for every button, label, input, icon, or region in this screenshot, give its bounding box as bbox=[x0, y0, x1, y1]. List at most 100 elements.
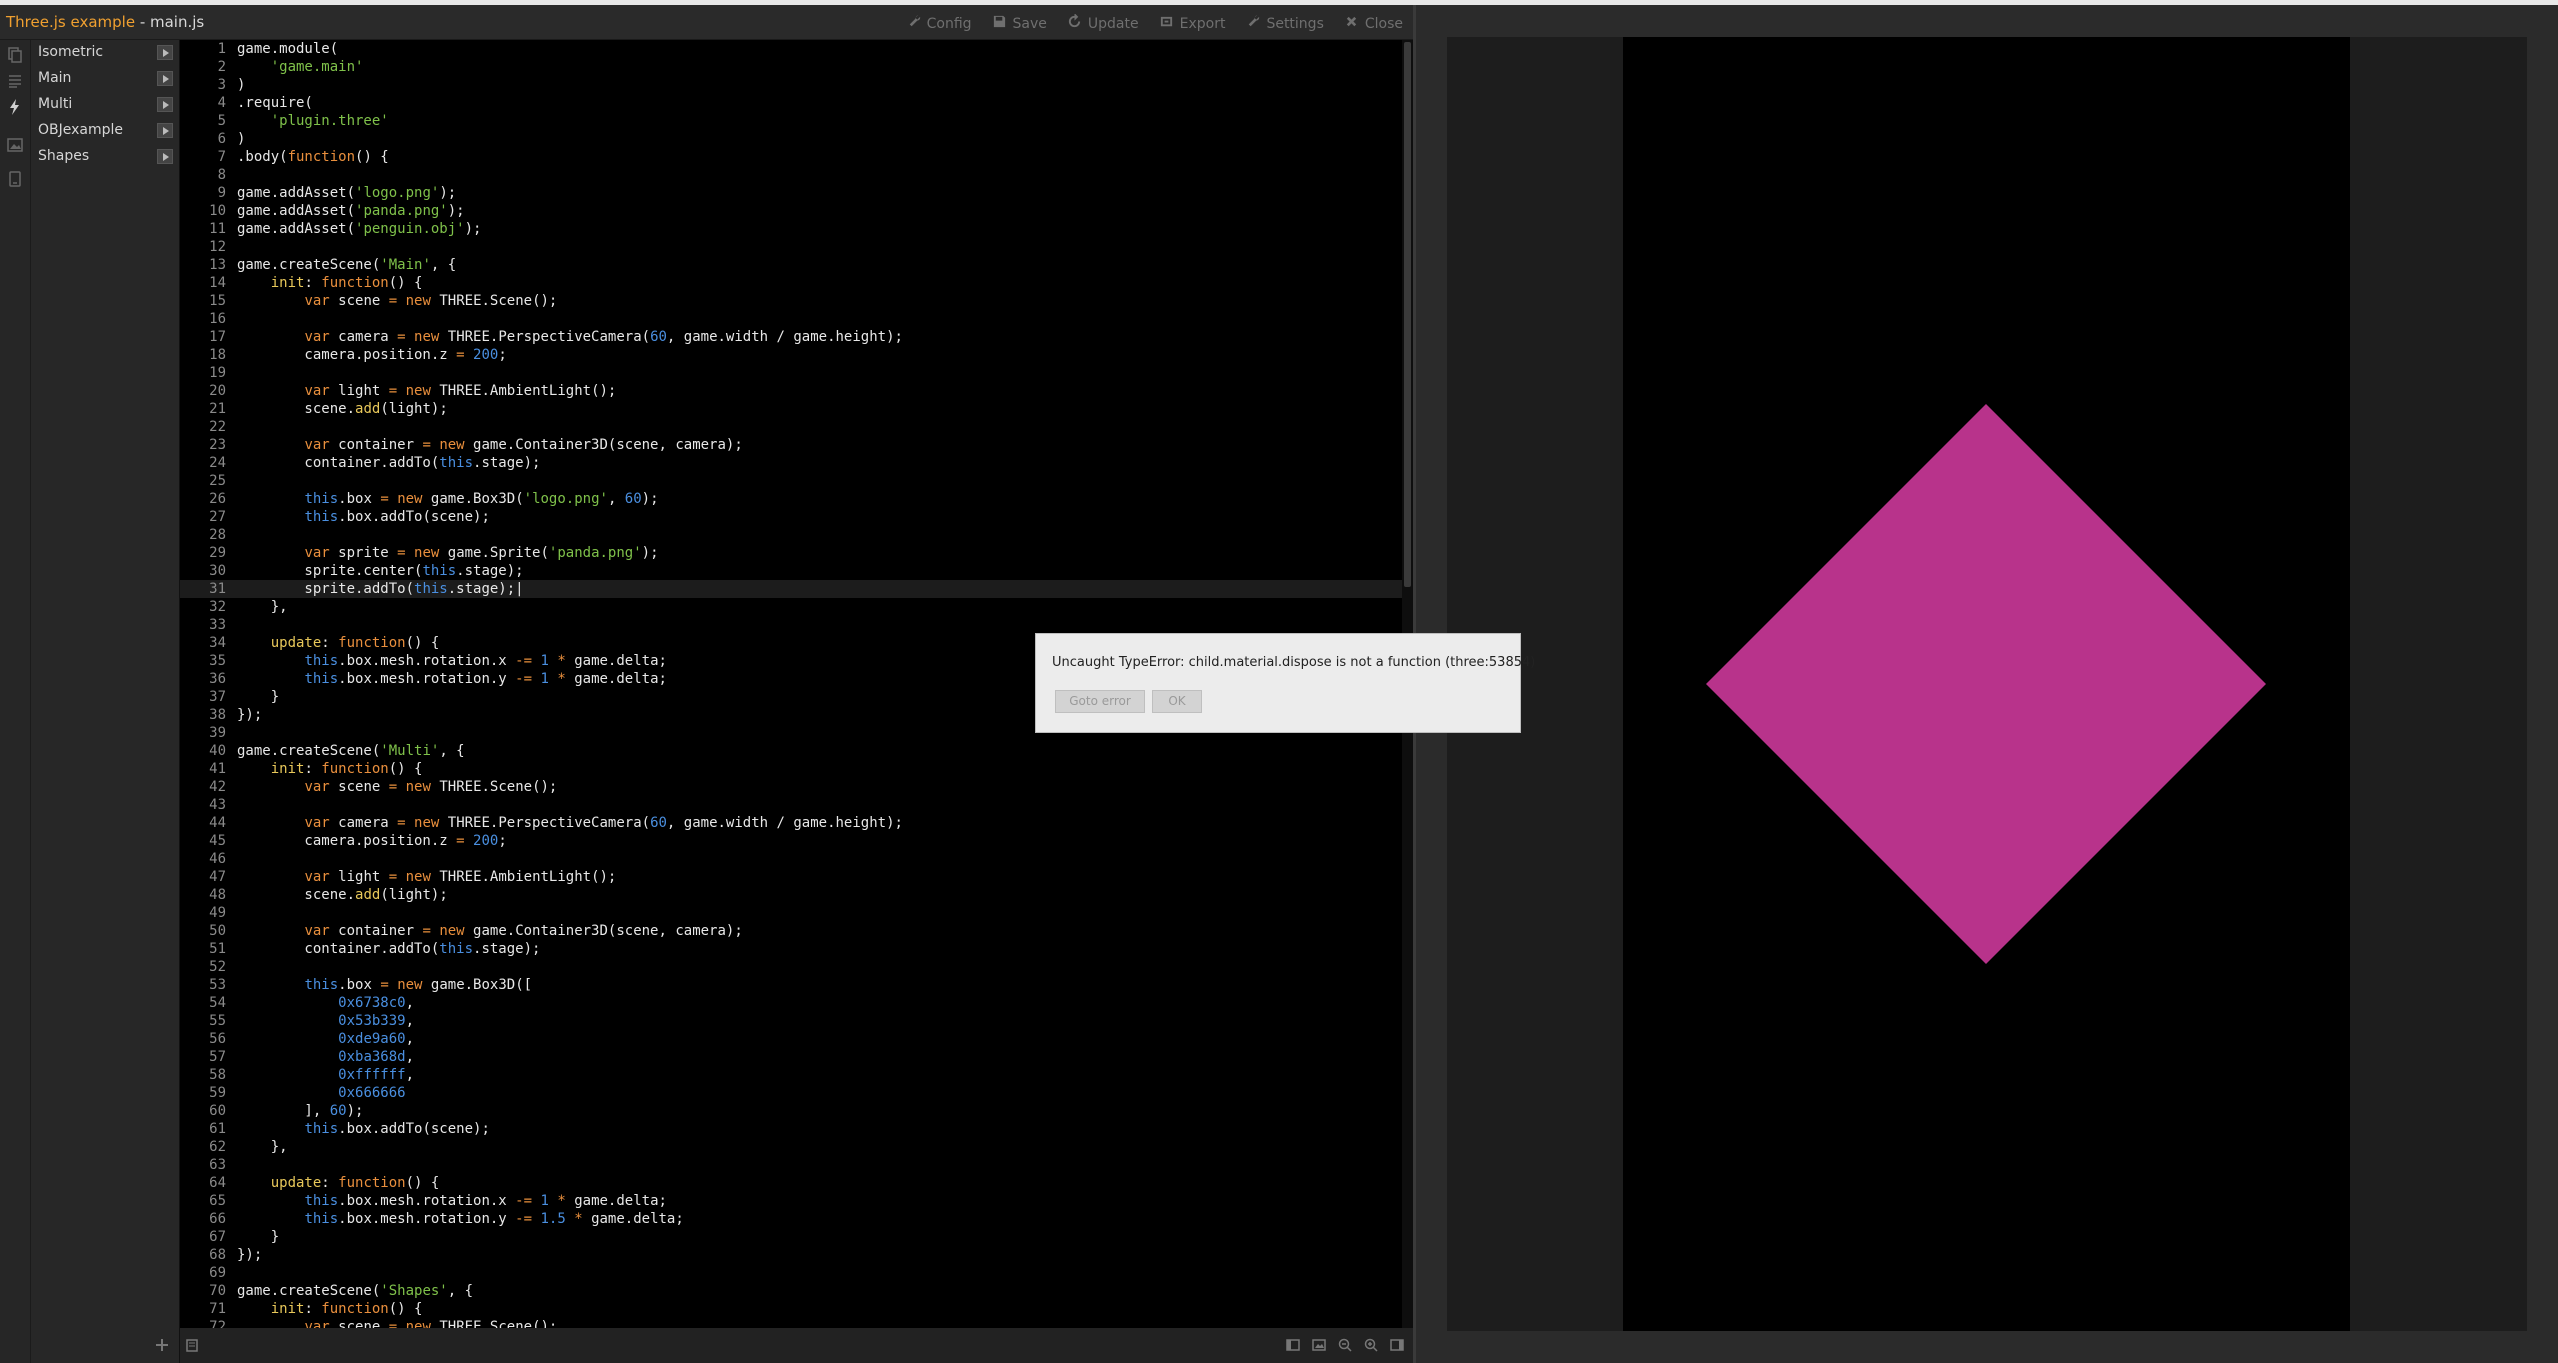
code-line[interactable]: 60 ], 60); bbox=[180, 1102, 1402, 1120]
code-line[interactable]: 71 init: function() { bbox=[180, 1300, 1402, 1318]
line-text[interactable]: 0xde9a60, bbox=[237, 1030, 414, 1048]
line-text[interactable]: var light = new THREE.AmbientLight(); bbox=[237, 868, 616, 886]
code-line[interactable]: 65 this.box.mesh.rotation.x -= 1 * game.… bbox=[180, 1192, 1402, 1210]
line-text[interactable]: game.module( bbox=[237, 40, 338, 58]
line-text[interactable]: var container = new game.Container3D(sce… bbox=[237, 922, 742, 940]
line-text[interactable]: }, bbox=[237, 598, 288, 616]
code-line[interactable]: 26 this.box = new game.Box3D('logo.png',… bbox=[180, 490, 1402, 508]
scrollbar-thumb[interactable] bbox=[1404, 42, 1411, 587]
line-text[interactable]: ) bbox=[237, 76, 245, 94]
update-button[interactable]: Update bbox=[1067, 13, 1139, 33]
zoom-out-icon[interactable] bbox=[1337, 1337, 1353, 1353]
code-line[interactable]: 10 game.addAsset('panda.png'); bbox=[180, 202, 1402, 220]
line-text[interactable]: 'plugin.three' bbox=[237, 112, 389, 130]
code-line[interactable]: 25 bbox=[180, 472, 1402, 490]
ok-button[interactable]: OK bbox=[1152, 690, 1202, 713]
code-line[interactable]: 29 var sprite = new game.Sprite('panda.p… bbox=[180, 544, 1402, 562]
add-icon[interactable] bbox=[154, 1337, 170, 1353]
scene-item-isometric[interactable]: Isometric bbox=[31, 41, 179, 65]
code-line[interactable]: 24 container.addTo(this.stage); bbox=[180, 454, 1402, 472]
code-line[interactable]: 54 0x6738c0, bbox=[180, 994, 1402, 1012]
line-text[interactable]: update: function() { bbox=[237, 634, 440, 652]
code-line[interactable]: 53 this.box = new game.Box3D([ bbox=[180, 976, 1402, 994]
scene-item-multi[interactable]: Multi bbox=[31, 93, 179, 117]
line-text[interactable]: var container = new game.Container3D(sce… bbox=[237, 436, 742, 454]
line-text[interactable]: sprite.center(this.stage); bbox=[237, 562, 523, 580]
line-text[interactable]: }); bbox=[237, 1246, 262, 1264]
line-text[interactable]: this.box = new game.Box3D([ bbox=[237, 976, 532, 994]
save-button[interactable]: Save bbox=[992, 14, 1047, 33]
code-line[interactable]: 63 bbox=[180, 1156, 1402, 1174]
line-text[interactable]: }); bbox=[237, 706, 262, 724]
code-line[interactable]: 41 init: function() { bbox=[180, 760, 1402, 778]
line-text[interactable]: game.addAsset('logo.png'); bbox=[237, 184, 456, 202]
line-text[interactable]: .require( bbox=[237, 94, 313, 112]
line-text[interactable]: game.createScene('Multi', { bbox=[237, 742, 465, 760]
line-text[interactable]: ) bbox=[237, 130, 245, 148]
code-line[interactable]: 70 game.createScene('Shapes', { bbox=[180, 1282, 1402, 1300]
code-line[interactable]: 68}); bbox=[180, 1246, 1402, 1264]
line-text[interactable]: camera.position.z = 200; bbox=[237, 832, 506, 850]
line-text[interactable]: 0xffffff, bbox=[237, 1066, 414, 1084]
code-line[interactable]: 6) bbox=[180, 130, 1402, 148]
line-text[interactable]: container.addTo(this.stage); bbox=[237, 454, 540, 472]
line-text[interactable]: 'game.main' bbox=[237, 58, 364, 76]
code-line[interactable]: 23 var container = new game.Container3D(… bbox=[180, 436, 1402, 454]
code-line[interactable]: 22 bbox=[180, 418, 1402, 436]
code-line[interactable]: 31 sprite.addTo(this.stage);| bbox=[180, 580, 1402, 598]
code-line[interactable]: 15 var scene = new THREE.Scene(); bbox=[180, 292, 1402, 310]
device-icon[interactable] bbox=[6, 170, 24, 188]
code-line[interactable]: 57 0xba368d, bbox=[180, 1048, 1402, 1066]
line-text[interactable]: scene.add(light); bbox=[237, 886, 447, 904]
play-icon[interactable] bbox=[157, 123, 173, 138]
code-line[interactable]: 50 var container = new game.Container3D(… bbox=[180, 922, 1402, 940]
file-copy-icon[interactable] bbox=[184, 1337, 200, 1353]
code-line[interactable]: 51 container.addTo(this.stage); bbox=[180, 940, 1402, 958]
play-icon[interactable] bbox=[157, 149, 173, 164]
game-canvas[interactable] bbox=[1623, 37, 2350, 1331]
line-text[interactable]: var scene = new THREE.Scene(); bbox=[237, 778, 557, 796]
code-line[interactable]: 45 camera.position.z = 200; bbox=[180, 832, 1402, 850]
line-text[interactable]: } bbox=[237, 688, 279, 706]
settings-button[interactable]: Settings bbox=[1245, 14, 1324, 33]
line-text[interactable]: var scene = new THREE.Scene(); bbox=[237, 292, 557, 310]
code-line[interactable]: 46 bbox=[180, 850, 1402, 868]
code-line[interactable]: 52 bbox=[180, 958, 1402, 976]
line-text[interactable]: game.createScene('Shapes', { bbox=[237, 1282, 473, 1300]
code-line[interactable]: 69 bbox=[180, 1264, 1402, 1282]
code-line[interactable]: 21 scene.add(light); bbox=[180, 400, 1402, 418]
scene-item-shapes[interactable]: Shapes bbox=[31, 145, 179, 169]
image-icon[interactable] bbox=[6, 136, 24, 154]
list-icon[interactable] bbox=[6, 72, 24, 90]
line-text[interactable]: var scene = new THREE.Scene(); bbox=[237, 1318, 557, 1328]
code-line[interactable]: 18 camera.position.z = 200; bbox=[180, 346, 1402, 364]
line-text[interactable]: game.createScene('Main', { bbox=[237, 256, 456, 274]
code-line[interactable]: 27 this.box.addTo(scene); bbox=[180, 508, 1402, 526]
code-line[interactable]: 13 game.createScene('Main', { bbox=[180, 256, 1402, 274]
code-line[interactable]: 48 scene.add(light); bbox=[180, 886, 1402, 904]
line-text[interactable]: container.addTo(this.stage); bbox=[237, 940, 540, 958]
code-line[interactable]: 49 bbox=[180, 904, 1402, 922]
code-line[interactable]: 59 0x666666 bbox=[180, 1084, 1402, 1102]
code-line[interactable]: 9 game.addAsset('logo.png'); bbox=[180, 184, 1402, 202]
line-text[interactable]: init: function() { bbox=[237, 274, 423, 292]
line-text[interactable]: init: function() { bbox=[237, 1300, 423, 1318]
code-line[interactable]: 43 bbox=[180, 796, 1402, 814]
code-line[interactable]: 5 'plugin.three' bbox=[180, 112, 1402, 130]
code-line[interactable]: 32 }, bbox=[180, 598, 1402, 616]
code-line[interactable]: 44 var camera = new THREE.PerspectiveCam… bbox=[180, 814, 1402, 832]
code-line[interactable]: 16 bbox=[180, 310, 1402, 328]
line-text[interactable]: .body(function() { bbox=[237, 148, 389, 166]
play-icon[interactable] bbox=[157, 97, 173, 112]
line-text[interactable]: 0x6738c0, bbox=[237, 994, 414, 1012]
play-icon[interactable] bbox=[157, 45, 173, 60]
code-line[interactable]: 12 bbox=[180, 238, 1402, 256]
code-line[interactable]: 64 update: function() { bbox=[180, 1174, 1402, 1192]
panel-right-icon[interactable] bbox=[1389, 1337, 1405, 1353]
line-text[interactable]: }, bbox=[237, 1138, 288, 1156]
line-text[interactable]: var camera = new THREE.PerspectiveCamera… bbox=[237, 814, 903, 832]
scene-item-main[interactable]: Main bbox=[31, 67, 179, 91]
line-text[interactable]: sprite.addTo(this.stage);| bbox=[237, 580, 523, 598]
code-line[interactable]: 2 'game.main' bbox=[180, 58, 1402, 76]
goto-error-button[interactable]: Goto error bbox=[1055, 690, 1145, 713]
